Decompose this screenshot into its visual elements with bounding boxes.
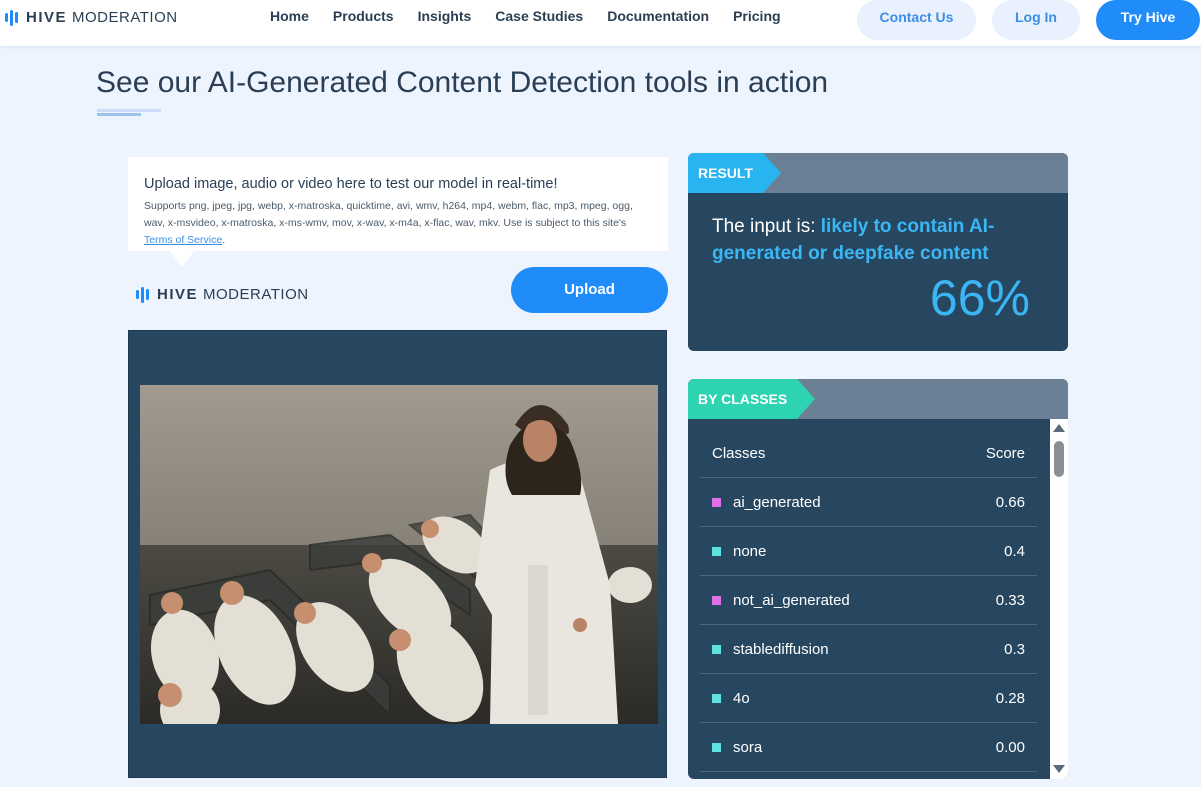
column-header-score: Score (985, 444, 1025, 462)
scroll-up-arrow-icon[interactable] (1053, 424, 1065, 432)
classes-card: BY CLASSES Classes Score ai_generated 0.… (688, 379, 1068, 779)
log-in-button[interactable]: Log In (992, 0, 1080, 40)
terms-of-service-link[interactable]: Terms of Service (144, 234, 222, 246)
supported-formats-list: Supports png, jpeg, jpg, webp, x-matrosk… (144, 200, 633, 229)
class-name: none (733, 542, 767, 560)
hive-logo-icon (136, 286, 149, 303)
classes-scrollbar[interactable] (1050, 419, 1068, 779)
class-color-swatch (712, 595, 721, 605)
tos-suffix: . (222, 234, 226, 246)
class-color-swatch (712, 693, 721, 703)
class-score: 0.3 (1004, 640, 1025, 658)
result-card-header: RESULT (688, 153, 1068, 193)
logo-word-hive: HIVE (26, 9, 68, 26)
page-title: See our AI-Generated Content Detection t… (96, 66, 829, 99)
uploaded-image-illustration (140, 385, 658, 724)
nav-documentation[interactable]: Documentation (607, 8, 709, 24)
title-underline-accent (97, 113, 141, 116)
nav-home[interactable]: Home (270, 8, 309, 24)
try-hive-button[interactable]: Try Hive (1096, 0, 1200, 40)
contact-us-button[interactable]: Contact Us (857, 0, 976, 40)
class-name: sora (733, 738, 763, 756)
result-percentage: 66% (929, 270, 1030, 326)
nav-insights[interactable]: Insights (418, 8, 472, 24)
hive-logo-secondary: HIVE MODERATION (136, 286, 309, 303)
nav-links: Home Products Insights Case Studies Docu… (270, 8, 805, 24)
class-name: not_ai_generated (733, 591, 850, 609)
logo-word-hive: HIVE (157, 286, 199, 303)
supported-formats-text: Supports png, jpeg, jpg, webp, x-matrosk… (144, 198, 652, 249)
class-color-swatch (712, 497, 721, 507)
nav-case-studies[interactable]: Case Studies (495, 8, 583, 24)
title-underline (97, 109, 161, 112)
hive-logo[interactable]: HIVE MODERATION (5, 9, 178, 26)
result-prefix: The input is: (712, 216, 821, 237)
table-row: not_ai_generated 0.33 (700, 576, 1037, 625)
result-tag: RESULT (688, 153, 781, 193)
class-color-swatch (712, 546, 721, 556)
class-color-swatch (712, 742, 721, 752)
prompt-pointer (170, 251, 194, 267)
classes-table-header: Classes Score (700, 419, 1037, 478)
table-row: none 0.4 (700, 527, 1037, 576)
logo-word-moderation: MODERATION (72, 9, 178, 26)
classes-table: Classes Score ai_generated 0.66 none 0.4… (700, 419, 1037, 772)
table-row: sora 0.00 (700, 723, 1037, 772)
result-card: RESULT The input is: likely to contain A… (688, 153, 1068, 351)
class-score: 0.28 (995, 689, 1025, 707)
class-name: stablediffusion (733, 640, 829, 658)
class-score: 0.33 (995, 591, 1025, 609)
uploaded-image (140, 385, 658, 724)
nav-products[interactable]: Products (333, 8, 394, 24)
scroll-down-arrow-icon[interactable] (1053, 765, 1065, 773)
table-row: 4o 0.28 (700, 674, 1037, 723)
upload-prompt-card: Upload image, audio or video here to tes… (128, 157, 668, 251)
nav-pricing[interactable]: Pricing (733, 8, 780, 24)
by-classes-tag: BY CLASSES (688, 379, 816, 419)
media-preview (128, 330, 667, 778)
class-score: 0.4 (1004, 542, 1025, 560)
table-row: stablediffusion 0.3 (700, 625, 1037, 674)
class-name: 4o (733, 689, 750, 707)
hive-logo-icon (5, 9, 18, 26)
result-summary: The input is: likely to contain AI-gener… (712, 213, 1032, 267)
by-classes-tag-label: BY CLASSES (698, 391, 788, 407)
classes-card-header: BY CLASSES (688, 379, 1068, 419)
table-row: ai_generated 0.66 (700, 478, 1037, 527)
upload-prompt-title: Upload image, audio or video here to tes… (144, 176, 558, 192)
logo-word-moderation: MODERATION (203, 286, 309, 303)
result-tag-label: RESULT (698, 165, 753, 181)
column-header-classes: Classes (712, 444, 766, 462)
class-color-swatch (712, 644, 721, 654)
scroll-thumb[interactable] (1054, 441, 1064, 477)
class-name: ai_generated (733, 493, 821, 511)
class-score: 0.00 (995, 738, 1025, 756)
upload-button[interactable]: Upload (511, 267, 668, 313)
class-score: 0.66 (995, 493, 1025, 511)
